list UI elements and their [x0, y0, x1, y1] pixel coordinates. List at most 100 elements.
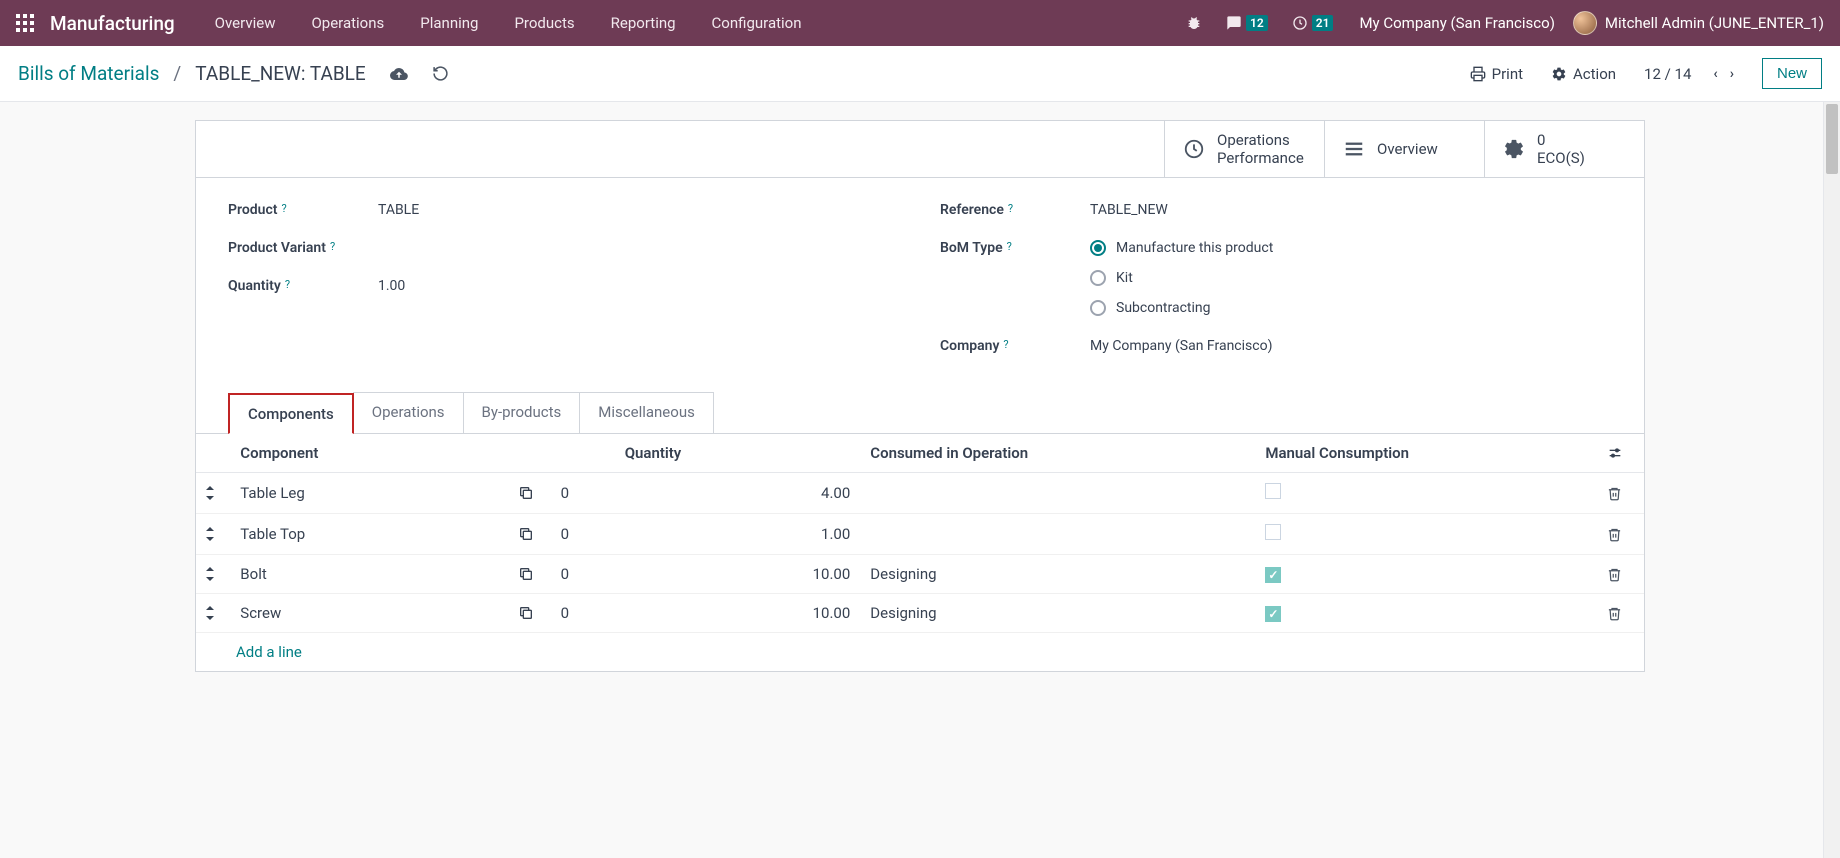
table-row[interactable]: Screw 0 10.00 Designing: [196, 594, 1644, 633]
product-label: Product: [228, 202, 277, 218]
smart-operations-performance[interactable]: Operations Performance: [1164, 121, 1324, 177]
list-icon: [1343, 138, 1365, 160]
qty-cell[interactable]: 10.00: [617, 555, 863, 594]
chat-icon[interactable]: 12: [1226, 15, 1268, 31]
nav-products[interactable]: Products: [500, 6, 588, 40]
manual-checkbox[interactable]: [1265, 524, 1281, 540]
th-component[interactable]: Component: [232, 434, 510, 473]
breadcrumb-root[interactable]: Bills of Materials: [18, 62, 159, 85]
table-row[interactable]: Table Leg 0 4.00: [196, 473, 1644, 514]
field-bom-type: BoM Type? Manufacture this product Kit S…: [940, 240, 1612, 316]
radio-manufacture[interactable]: Manufacture this product: [1090, 240, 1273, 256]
scrollbar[interactable]: [1823, 102, 1840, 858]
manual-checkbox[interactable]: [1265, 606, 1281, 622]
th-quantity[interactable]: Quantity: [617, 434, 863, 473]
nav-reporting[interactable]: Reporting: [597, 6, 690, 40]
help-icon[interactable]: ?: [1003, 338, 1008, 351]
manual-cell[interactable]: [1257, 594, 1599, 633]
bom-type-radios: Manufacture this product Kit Subcontract…: [1090, 240, 1273, 316]
copy-icon[interactable]: [510, 594, 553, 633]
print-button[interactable]: Print: [1470, 65, 1523, 83]
tab-components[interactable]: Components: [228, 393, 354, 434]
pager-count[interactable]: 12 / 14: [1644, 65, 1691, 83]
apps-icon[interactable]: [16, 14, 34, 32]
nav-configuration[interactable]: Configuration: [698, 6, 816, 40]
manual-cell[interactable]: [1257, 514, 1599, 555]
bug-icon[interactable]: [1186, 15, 1202, 31]
discard-icon[interactable]: [432, 65, 449, 82]
component-name[interactable]: Table Leg: [232, 473, 510, 514]
help-icon[interactable]: ?: [1007, 240, 1012, 253]
company-switcher[interactable]: My Company (San Francisco): [1359, 14, 1554, 32]
qty-cell[interactable]: 1.00: [617, 514, 863, 555]
components-table: Component Quantity Consumed in Operation…: [196, 434, 1644, 633]
delete-row-icon[interactable]: [1607, 527, 1626, 542]
extra-col[interactable]: 0: [553, 594, 617, 633]
th-consumed[interactable]: Consumed in Operation: [862, 434, 1257, 473]
qty-cell[interactable]: 4.00: [617, 473, 863, 514]
help-icon[interactable]: ?: [330, 240, 335, 253]
tab-miscellaneous[interactable]: Miscellaneous: [579, 392, 714, 433]
qty-cell[interactable]: 10.00: [617, 594, 863, 633]
radio-kit[interactable]: Kit: [1090, 270, 1273, 286]
drag-handle-icon[interactable]: [196, 473, 232, 514]
smart-overview[interactable]: Overview: [1324, 121, 1484, 177]
new-button[interactable]: New: [1762, 58, 1822, 89]
module-brand[interactable]: Manufacturing: [50, 12, 175, 35]
extra-col[interactable]: 0: [553, 555, 617, 594]
pager-prev[interactable]: ‹: [1713, 66, 1717, 82]
component-name[interactable]: Table Top: [232, 514, 510, 555]
extra-col[interactable]: 0: [553, 514, 617, 555]
options-toggle-icon[interactable]: [1607, 445, 1626, 461]
copy-icon[interactable]: [510, 514, 553, 555]
product-value[interactable]: TABLE: [378, 202, 419, 218]
extra-col[interactable]: 0: [553, 473, 617, 514]
field-variant: Product Variant?: [228, 240, 900, 256]
manual-checkbox[interactable]: [1265, 567, 1281, 583]
component-name[interactable]: Screw: [232, 594, 510, 633]
copy-icon[interactable]: [510, 555, 553, 594]
copy-icon[interactable]: [510, 473, 553, 514]
tab-operations[interactable]: Operations: [353, 392, 464, 433]
manual-checkbox[interactable]: [1265, 483, 1281, 499]
consumed-cell[interactable]: [862, 514, 1257, 555]
component-name[interactable]: Bolt: [232, 555, 510, 594]
nav-planning[interactable]: Planning: [406, 6, 492, 40]
delete-row-icon[interactable]: [1607, 567, 1626, 582]
nav-operations[interactable]: Operations: [297, 6, 398, 40]
activity-icon[interactable]: 21: [1292, 15, 1334, 31]
reference-label: Reference: [940, 202, 1004, 218]
help-icon[interactable]: ?: [1008, 202, 1013, 215]
drag-handle-icon[interactable]: [196, 514, 232, 555]
manual-cell[interactable]: [1257, 473, 1599, 514]
save-icon[interactable]: [390, 65, 408, 83]
action-button[interactable]: Action: [1551, 65, 1616, 83]
tab-byproducts[interactable]: By-products: [463, 392, 581, 433]
consumed-cell[interactable]: [862, 473, 1257, 514]
company-value[interactable]: My Company (San Francisco): [1090, 338, 1272, 354]
th-manual[interactable]: Manual Consumption: [1257, 434, 1599, 473]
consumed-cell[interactable]: Designing: [862, 594, 1257, 633]
radio-subcontracting[interactable]: Subcontracting: [1090, 300, 1273, 316]
table-row[interactable]: Bolt 0 10.00 Designing: [196, 555, 1644, 594]
delete-row-icon[interactable]: [1607, 486, 1626, 501]
drag-handle-icon[interactable]: [196, 594, 232, 633]
manual-cell[interactable]: [1257, 555, 1599, 594]
help-icon[interactable]: ?: [281, 202, 286, 215]
scrollbar-thumb[interactable]: [1826, 104, 1838, 174]
help-icon[interactable]: ?: [285, 278, 290, 291]
add-line-button[interactable]: Add a line: [196, 633, 1644, 671]
delete-row-icon[interactable]: [1607, 606, 1626, 621]
table-row[interactable]: Table Top 0 1.00: [196, 514, 1644, 555]
smart-ecos[interactable]: 0 ECO(S): [1484, 121, 1644, 177]
drag-handle-icon[interactable]: [196, 555, 232, 594]
consumed-cell[interactable]: Designing: [862, 555, 1257, 594]
nav-overview[interactable]: Overview: [201, 6, 290, 40]
radio-label: Manufacture this product: [1116, 240, 1273, 256]
reference-value[interactable]: TABLE_NEW: [1090, 202, 1168, 218]
pager-next[interactable]: ›: [1730, 66, 1734, 82]
control-row: Bills of Materials / TABLE_NEW: TABLE Pr…: [0, 46, 1840, 102]
user-menu[interactable]: Mitchell Admin (JUNE_ENTER_1): [1573, 11, 1824, 35]
quantity-value[interactable]: 1.00: [378, 278, 405, 294]
chat-badge: 12: [1246, 15, 1268, 31]
